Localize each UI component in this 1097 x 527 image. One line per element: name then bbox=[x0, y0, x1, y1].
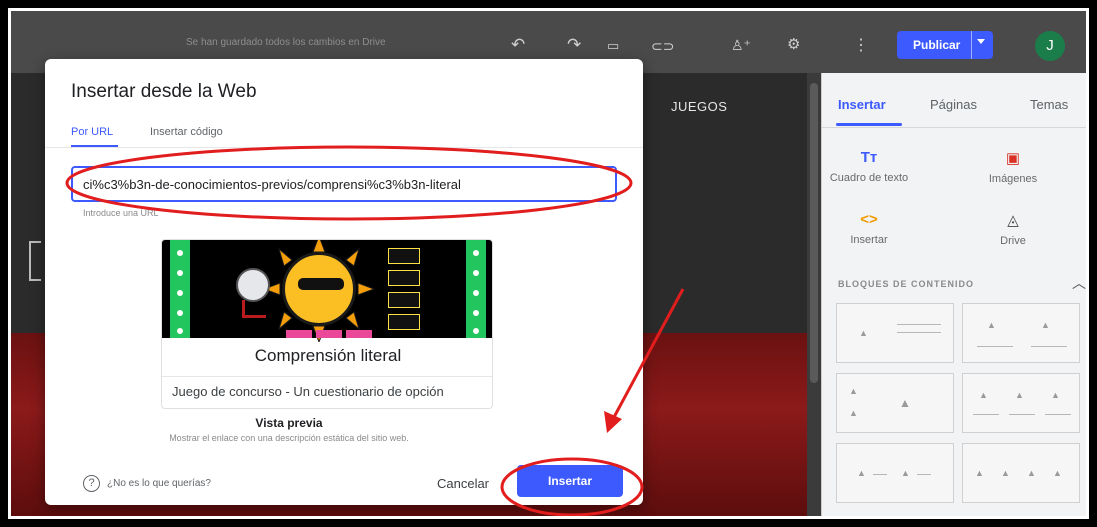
film-strip-left bbox=[170, 240, 190, 338]
layout-line bbox=[897, 332, 941, 333]
saved-status: Se han guardado todos los cambios en Dri… bbox=[186, 37, 386, 48]
image-icon: ▲ bbox=[901, 468, 910, 478]
drive-icon: ◬ bbox=[1007, 212, 1019, 229]
image-icon: ▲ bbox=[849, 386, 858, 396]
scrollbar-thumb[interactable] bbox=[810, 83, 818, 383]
help-link[interactable]: ¿No es lo que querías? bbox=[107, 478, 211, 489]
insert-button[interactable]: Insertar bbox=[517, 465, 623, 497]
screenshot-frame: Se han guardado todos los cambios en Dri… bbox=[6, 6, 1091, 521]
layout-line bbox=[977, 346, 1013, 347]
image-icon: ▲ bbox=[857, 468, 866, 478]
layout-line bbox=[873, 474, 887, 475]
bottom-tab bbox=[316, 330, 342, 338]
undo-icon[interactable]: ↶ bbox=[511, 35, 525, 55]
layout-line bbox=[973, 414, 999, 415]
image-icon: ▲ bbox=[1015, 390, 1024, 400]
answer-box bbox=[388, 314, 420, 330]
content-block-layout[interactable]: ▲ ▲ bbox=[962, 303, 1080, 363]
sunglasses bbox=[298, 278, 344, 290]
publish-label: Publicar bbox=[913, 38, 961, 52]
image-icon: ▲ bbox=[979, 390, 988, 400]
insert-text-box[interactable]: Tт Cuadro de texto bbox=[824, 149, 914, 184]
insert-item-label: Insertar bbox=[850, 234, 888, 246]
cancel-button[interactable]: Cancelar bbox=[423, 469, 503, 497]
link-preview-card[interactable]: Comprensión literal Juego de concurso - … bbox=[161, 239, 493, 409]
tab-insertar-codigo[interactable]: Insertar código bbox=[150, 126, 223, 138]
preview-icon[interactable]: ▭ bbox=[607, 38, 619, 54]
preview-heading: Vista previa bbox=[255, 416, 323, 430]
chevron-up-icon[interactable]: ︿ bbox=[1072, 273, 1086, 293]
publish-split bbox=[971, 31, 972, 59]
embed-icon: <> bbox=[860, 211, 878, 228]
canvas-scrollbar[interactable] bbox=[807, 73, 821, 516]
image-icon: ▲ bbox=[975, 468, 984, 478]
tab-insertar[interactable]: Insertar bbox=[838, 97, 886, 112]
preview-title: Comprensión literal bbox=[254, 346, 402, 365]
more-vert-icon[interactable]: ⋮ bbox=[853, 35, 869, 55]
redo-icon[interactable]: ↷ bbox=[567, 35, 581, 55]
fan-stand bbox=[242, 300, 266, 318]
content-blocks-title: BLOQUES DE CONTENIDO bbox=[838, 279, 975, 289]
help-icon[interactable]: ? bbox=[83, 475, 100, 492]
preview-thumbnail bbox=[162, 240, 492, 342]
image-icon: ▲ bbox=[987, 320, 996, 330]
panel-divider bbox=[822, 127, 1086, 128]
selection-handle bbox=[29, 241, 41, 281]
layout-line bbox=[897, 324, 941, 325]
image-icon: ▲ bbox=[849, 408, 858, 418]
image-icon: ▲ bbox=[1027, 468, 1036, 478]
image-icon: ▲ bbox=[899, 396, 911, 410]
insert-item-label: Cuadro de texto bbox=[829, 172, 909, 184]
image-icon: ▲ bbox=[1001, 468, 1010, 478]
content-block-layout[interactable]: ▲ ▲ ▲ ▲ bbox=[962, 443, 1080, 503]
insert-item-label: Imágenes bbox=[988, 173, 1038, 185]
insert-drive[interactable]: ◬ Drive bbox=[968, 211, 1058, 247]
layout-line bbox=[1045, 414, 1071, 415]
film-strip-right bbox=[466, 240, 486, 338]
insert-embed[interactable]: <> Insertar bbox=[824, 211, 914, 246]
layout-line bbox=[917, 474, 931, 475]
image-icon: ▲ bbox=[1053, 468, 1062, 478]
image-icon: ▲ bbox=[1051, 390, 1060, 400]
active-tab-indicator bbox=[836, 123, 902, 126]
answer-box bbox=[388, 248, 420, 264]
content-block-layout[interactable]: ▲ ▲ ▲ bbox=[836, 373, 954, 433]
content-block-layout[interactable]: ▲ ▲ bbox=[836, 443, 954, 503]
tab-divider bbox=[45, 147, 643, 148]
insert-from-web-dialog: Insertar desde la Web Por URL Insertar c… bbox=[45, 59, 643, 505]
dialog-title: Insertar desde la Web bbox=[71, 81, 257, 102]
avatar[interactable]: J bbox=[1035, 31, 1065, 61]
answer-box bbox=[388, 292, 420, 308]
fan-graphic bbox=[236, 268, 270, 302]
site-nav-item[interactable]: JUEGOS bbox=[671, 99, 727, 114]
settings-icon[interactable]: ⚙ bbox=[787, 35, 800, 53]
insert-item-label: Drive bbox=[1000, 235, 1026, 247]
layout-line bbox=[1009, 414, 1035, 415]
tab-por-url[interactable]: Por URL bbox=[71, 126, 113, 138]
content-block-layout[interactable]: ▲ bbox=[836, 303, 954, 363]
link-icon[interactable]: ⊂⊃ bbox=[651, 38, 674, 55]
image-icon: ▲ bbox=[859, 328, 868, 338]
answer-box bbox=[388, 270, 420, 286]
image-icon: ▣ bbox=[1005, 150, 1021, 167]
url-helper-text: Introduce una URL bbox=[83, 208, 159, 218]
bottom-tab bbox=[286, 330, 312, 338]
layout-line bbox=[1031, 346, 1067, 347]
preview-caption: Mostrar el enlace con una descripción es… bbox=[169, 433, 409, 443]
text-box-icon: Tт bbox=[860, 149, 878, 166]
image-icon: ▲ bbox=[1041, 320, 1050, 330]
content-block-layout[interactable]: ▲ ▲ ▲ bbox=[962, 373, 1080, 433]
right-panel: Insertar Páginas Temas Tт Cuadro de text… bbox=[821, 73, 1086, 516]
tab-temas[interactable]: Temas bbox=[1030, 97, 1068, 112]
insert-images[interactable]: ▣ Imágenes bbox=[968, 149, 1058, 185]
preview-divider bbox=[162, 376, 492, 377]
url-input[interactable] bbox=[71, 166, 617, 202]
add-person-icon[interactable]: ♙⁺ bbox=[731, 37, 751, 54]
bottom-tab bbox=[346, 330, 372, 338]
tab-paginas[interactable]: Páginas bbox=[930, 97, 977, 112]
publish-button[interactable]: Publicar bbox=[897, 31, 993, 59]
chevron-down-icon[interactable] bbox=[977, 39, 985, 44]
preview-description: Juego de concurso - Un cuestionario de o… bbox=[172, 384, 444, 399]
